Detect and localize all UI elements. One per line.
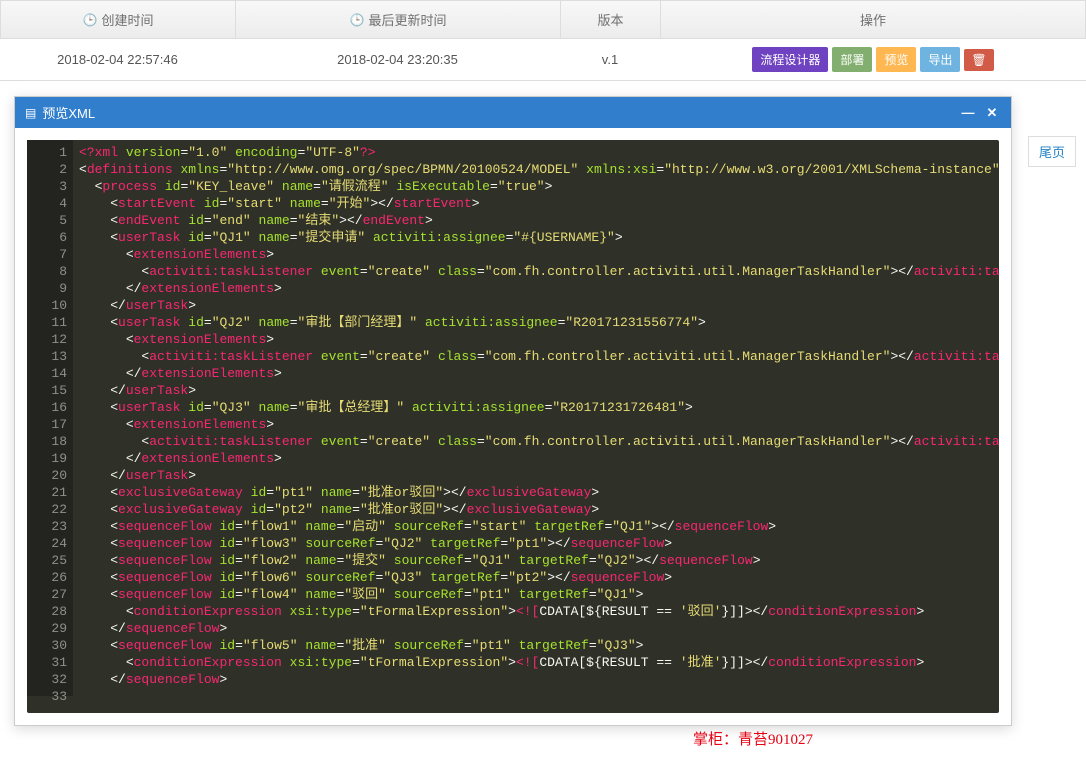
- cell-updated: 2018-02-04 23:20:35: [235, 39, 560, 80]
- last-page-button[interactable]: 尾页: [1028, 136, 1076, 167]
- header-actions-label: 操作: [860, 10, 886, 29]
- header-version: 版本: [560, 1, 660, 38]
- header-created-label: 创建时间: [101, 10, 153, 29]
- modal-title-text: 预览XML: [42, 103, 95, 122]
- modal-titlebar[interactable]: ▤ 预览XML — ✕: [15, 97, 1011, 128]
- header-created: 🕒创建时间: [0, 1, 235, 38]
- cell-created: 2018-02-04 22:57:46: [0, 39, 235, 80]
- data-table: 🕒创建时间 🕒最后更新时间 版本 操作 2018-02-04 22:57:46 …: [0, 0, 1086, 81]
- delete-button[interactable]: 🗑: [964, 49, 993, 71]
- table-header-row: 🕒创建时间 🕒最后更新时间 版本 操作: [0, 0, 1086, 39]
- cell-actions: 流程设计器 部署 预览 导出 🗑: [660, 39, 1086, 80]
- header-actions: 操作: [660, 1, 1085, 38]
- deploy-button[interactable]: 部署: [832, 47, 872, 72]
- xml-preview-modal: ▤ 预览XML — ✕ 1234567891011121314151617181…: [14, 96, 1012, 726]
- preview-button[interactable]: 预览: [876, 47, 916, 72]
- code-content: <?xml version="1.0" encoding="UTF-8"?><d…: [73, 140, 999, 709]
- header-updated-label: 最后更新时间: [368, 10, 446, 29]
- trash-icon: 🗑: [971, 53, 986, 67]
- table-row: 2018-02-04 22:57:46 2018-02-04 23:20:35 …: [0, 39, 1086, 81]
- code-editor[interactable]: 1234567891011121314151617181920212223242…: [27, 140, 999, 713]
- export-button[interactable]: 导出: [920, 47, 960, 72]
- header-updated: 🕒最后更新时间: [235, 1, 560, 38]
- close-button[interactable]: ✕: [983, 105, 1001, 121]
- line-gutter: 1234567891011121314151617181920212223242…: [27, 140, 73, 696]
- code-scroll[interactable]: <?xml version="1.0" encoding="UTF-8"?><d…: [73, 140, 999, 713]
- watermark-text: 掌柜：青苔901027: [693, 728, 813, 749]
- designer-button[interactable]: 流程设计器: [752, 47, 828, 72]
- minimize-button[interactable]: —: [959, 105, 977, 121]
- pagination: 尾页: [1028, 136, 1076, 167]
- header-version-label: 版本: [597, 10, 623, 29]
- clock-icon: 🕒: [350, 13, 365, 27]
- document-icon: ▤: [25, 106, 36, 120]
- cell-version: v.1: [560, 39, 660, 80]
- clock-icon: 🕒: [83, 13, 98, 27]
- modal-body: 1234567891011121314151617181920212223242…: [15, 128, 1011, 725]
